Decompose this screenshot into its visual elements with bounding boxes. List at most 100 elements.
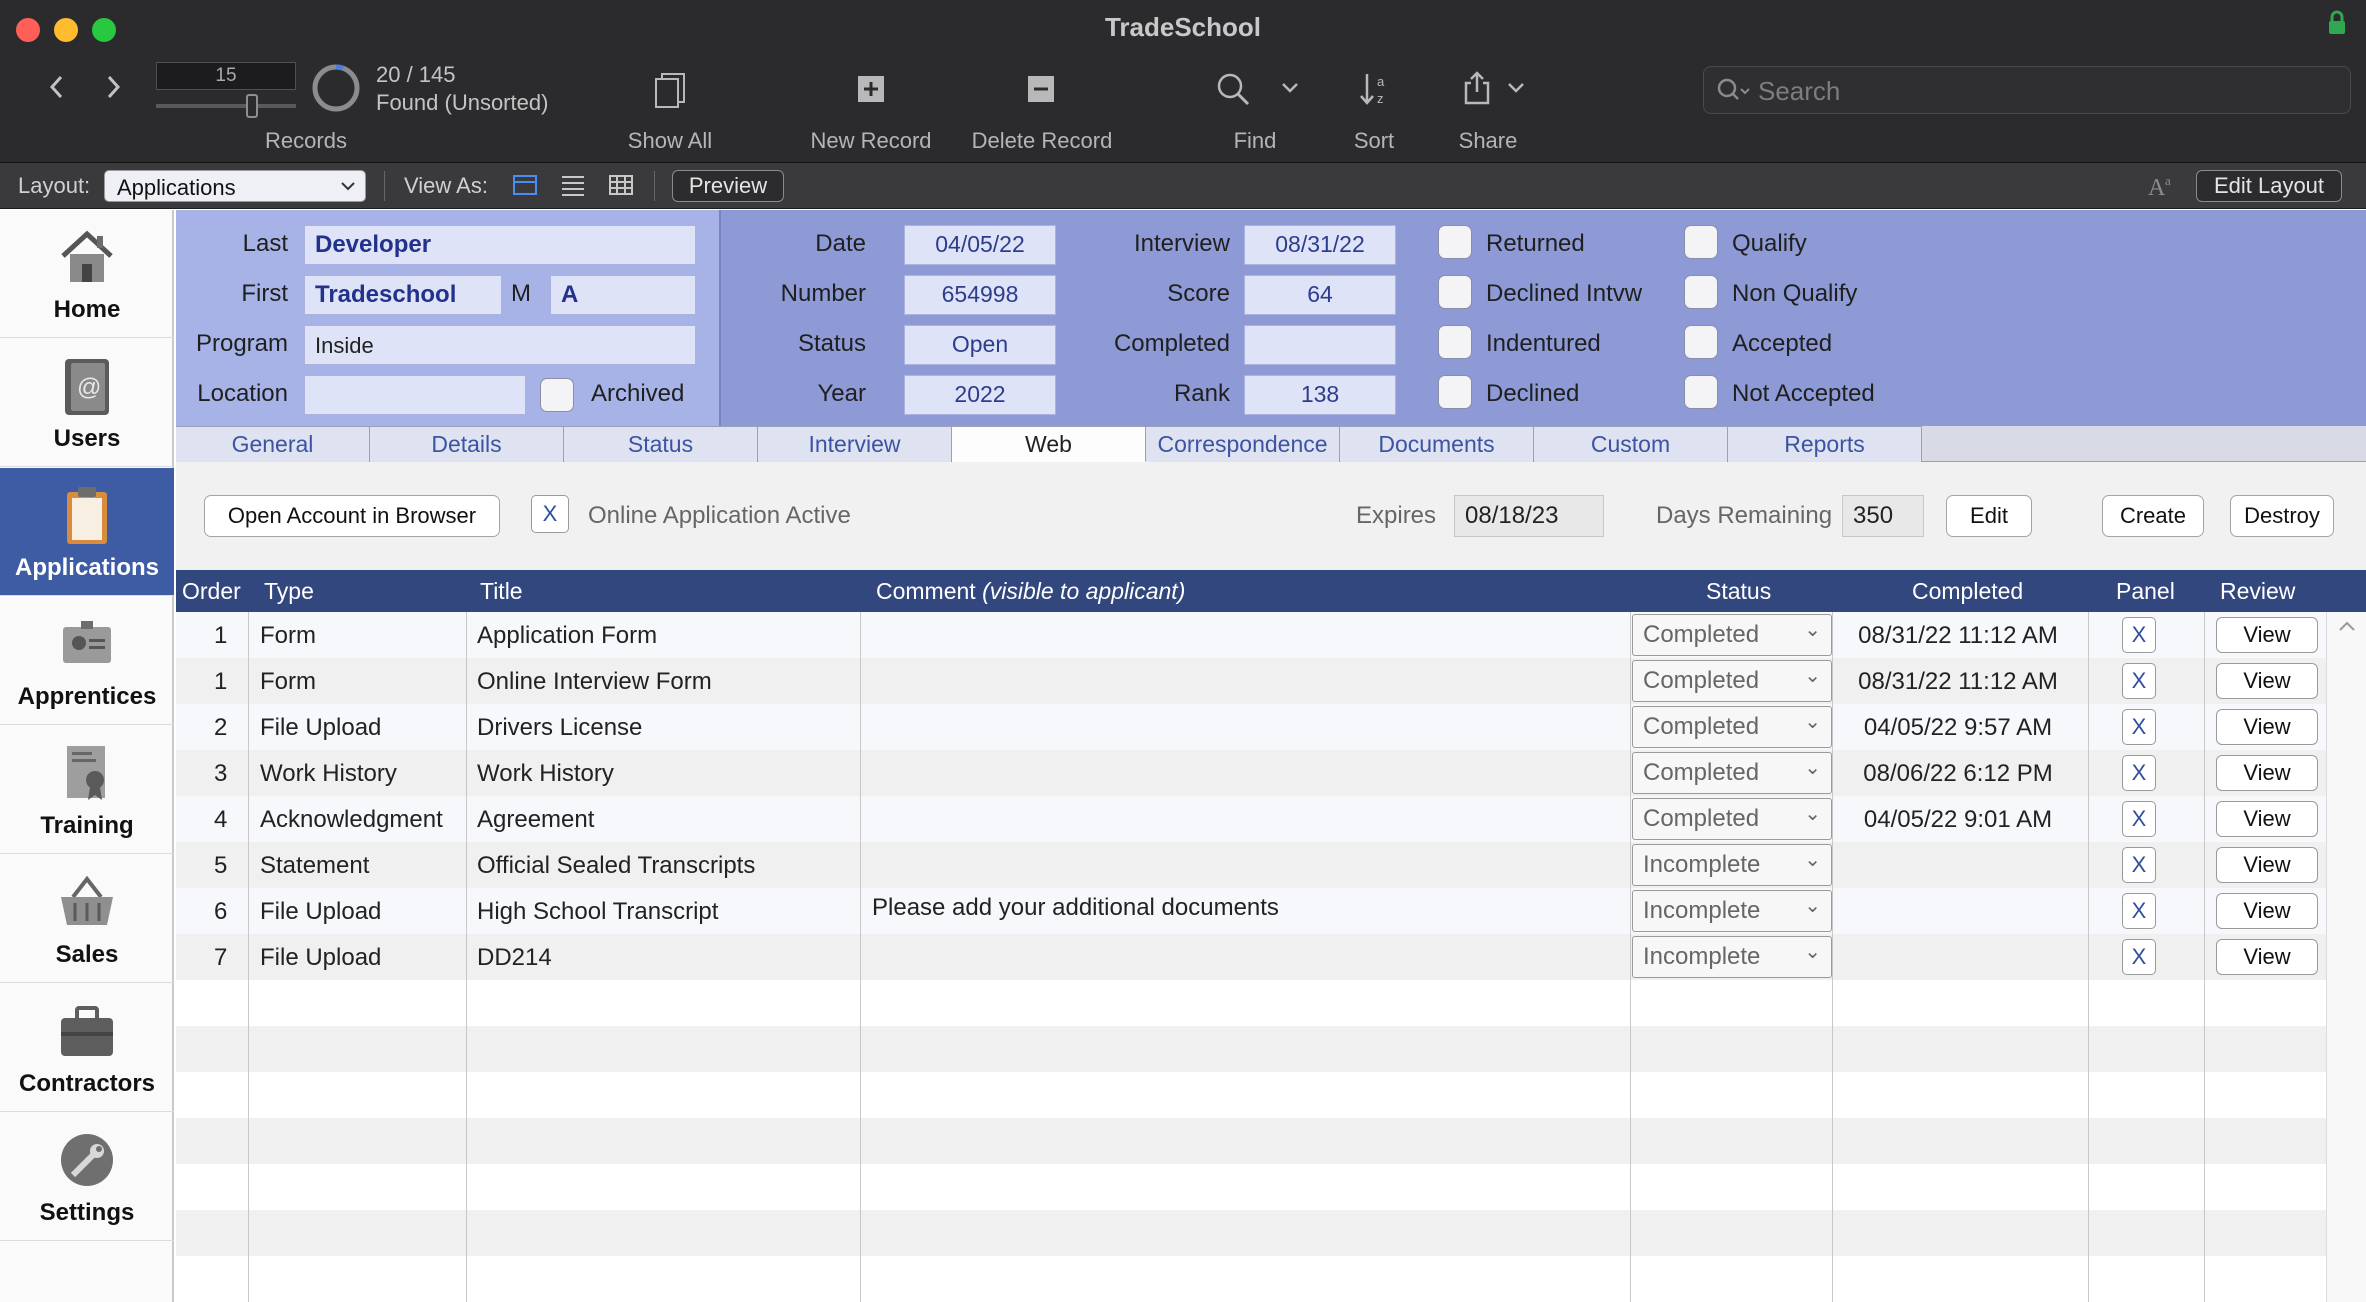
panel-toggle-button[interactable]: X [2122, 755, 2156, 791]
scroll-up-chevron-icon[interactable] [2337, 620, 2357, 634]
status-dropdown[interactable]: Completed ⌄ [1632, 798, 1832, 840]
table-row[interactable]: 1 Form Online Interview Form Completed ⌄ … [176, 658, 2326, 704]
type-column-header[interactable]: Type [264, 578, 314, 605]
returned-checkbox[interactable] [1438, 225, 1472, 259]
status-dropdown[interactable]: Incomplete ⌄ [1632, 890, 1832, 932]
panel-toggle-button[interactable]: X [2122, 663, 2156, 699]
program-field[interactable]: Inside [304, 325, 696, 365]
date-field[interactable]: 04/05/22 [904, 225, 1056, 265]
order-column-header[interactable]: Order [182, 578, 241, 605]
layout-select[interactable]: Applications [104, 170, 366, 202]
open-account-button[interactable]: Open Account in Browser [204, 495, 500, 537]
status-dropdown[interactable]: Completed ⌄ [1632, 752, 1832, 794]
status-dropdown[interactable]: Completed ⌄ [1632, 660, 1832, 702]
status-dropdown[interactable]: Incomplete ⌄ [1632, 936, 1832, 978]
record-slider-track[interactable] [156, 104, 296, 108]
completed-field[interactable] [1244, 325, 1396, 365]
record-slider-thumb[interactable] [246, 94, 258, 118]
first-name-field[interactable]: Tradeschool [304, 275, 502, 315]
status-dropdown[interactable]: Completed ⌄ [1632, 706, 1832, 748]
comment-cell[interactable]: Please add your additional documents [872, 894, 1279, 922]
status-column-header[interactable]: Status [1706, 578, 1771, 605]
sort-icon[interactable]: az [1358, 70, 1392, 108]
sidebar-item-settings[interactable]: Settings [0, 1113, 174, 1241]
last-name-field[interactable]: Developer [304, 225, 696, 265]
archived-checkbox[interactable] [540, 378, 574, 412]
status-dropdown[interactable]: Completed ⌄ [1632, 614, 1832, 656]
view-button[interactable]: View [2216, 939, 2318, 975]
panel-toggle-button[interactable]: X [2122, 893, 2156, 929]
sidebar-item-home[interactable]: Home [0, 210, 174, 338]
tab-custom[interactable]: Custom [1534, 426, 1728, 462]
panel-toggle-button[interactable]: X [2122, 939, 2156, 975]
view-button[interactable]: View [2216, 617, 2318, 653]
create-button[interactable]: Create [2102, 495, 2204, 537]
sidebar-item-sales[interactable]: Sales [0, 855, 174, 983]
indentured-checkbox[interactable] [1438, 325, 1472, 359]
preview-button[interactable]: Preview [672, 170, 784, 202]
sidebar-item-applications[interactable]: Applications [0, 468, 174, 596]
form-view-icon[interactable] [512, 173, 538, 197]
text-format-icon[interactable]: Aa [2146, 169, 2178, 201]
tab-interview[interactable]: Interview [758, 426, 952, 462]
panel-toggle-button[interactable]: X [2122, 801, 2156, 837]
sidebar-item-contractors[interactable]: Contractors [0, 984, 174, 1112]
table-view-icon[interactable] [608, 173, 634, 197]
view-button[interactable]: View [2216, 755, 2318, 791]
delete-record-icon[interactable] [1026, 74, 1056, 104]
sidebar-item-training[interactable]: Training [0, 726, 174, 854]
status-field[interactable]: Open [904, 325, 1056, 365]
table-row[interactable]: 2 File Upload Drivers License Completed ⌄… [176, 704, 2326, 750]
tab-documents[interactable]: Documents [1340, 426, 1534, 462]
record-number-field[interactable]: 15 [156, 62, 296, 90]
list-view-icon[interactable] [560, 173, 586, 197]
tab-details[interactable]: Details [370, 426, 564, 462]
year-field[interactable]: 2022 [904, 375, 1056, 415]
show-all-button[interactable]: Show All [570, 128, 770, 154]
comment-column-header[interactable]: Comment (visible to applicant) [876, 578, 1185, 605]
table-row[interactable]: 4 Acknowledgment Agreement Completed ⌄ 04… [176, 796, 2326, 842]
tab-status[interactable]: Status [564, 426, 758, 462]
location-field[interactable] [304, 375, 526, 415]
share-chevron-down-icon[interactable] [1506, 80, 1526, 96]
sidebar-item-users[interactable]: @ Users [0, 339, 174, 467]
tab-web[interactable]: Web [952, 426, 1146, 462]
declined-intvw-checkbox[interactable] [1438, 275, 1472, 309]
panel-toggle-button[interactable]: X [2122, 709, 2156, 745]
next-record-button[interactable] [98, 72, 128, 102]
sidebar-item-apprentices[interactable]: Apprentices [0, 597, 174, 725]
table-row[interactable]: 6 File Upload High School Transcript Ple… [176, 888, 2326, 934]
non-qualify-checkbox[interactable] [1684, 275, 1718, 309]
search-input[interactable]: Search [1703, 66, 2351, 114]
expires-field[interactable]: 08/18/23 [1454, 495, 1604, 537]
table-row[interactable]: 7 File Upload DD214 Incomplete ⌄ X View [176, 934, 2326, 980]
completed-column-header[interactable]: Completed [1912, 578, 2023, 605]
table-row[interactable]: 1 Form Application Form Completed ⌄ 08/31… [176, 612, 2326, 658]
middle-initial-field[interactable]: A [550, 275, 696, 315]
find-icon[interactable] [1216, 72, 1250, 106]
tab-general[interactable]: General [176, 426, 370, 462]
not-accepted-checkbox[interactable] [1684, 375, 1718, 409]
new-record-button[interactable]: New Record [771, 128, 971, 154]
table-row[interactable]: 5 Statement Official Sealed Transcripts … [176, 842, 2326, 888]
edit-layout-button[interactable]: Edit Layout [2196, 170, 2342, 202]
review-column-header[interactable]: Review [2220, 578, 2295, 605]
tab-correspondence[interactable]: Correspondence [1146, 426, 1340, 462]
edit-button[interactable]: Edit [1946, 495, 2032, 537]
title-column-header[interactable]: Title [480, 578, 523, 605]
previous-record-button[interactable] [42, 72, 72, 102]
number-field[interactable]: 654998 [904, 275, 1056, 315]
find-chevron-down-icon[interactable] [1280, 80, 1300, 96]
tab-reports[interactable]: Reports [1728, 426, 1922, 462]
view-button[interactable]: View [2216, 893, 2318, 929]
table-scrollbar[interactable] [2326, 612, 2366, 1302]
delete-record-button[interactable]: Delete Record [942, 128, 1142, 154]
share-button[interactable]: Share [1388, 128, 1588, 154]
view-button[interactable]: View [2216, 801, 2318, 837]
qualify-checkbox[interactable] [1684, 225, 1718, 259]
destroy-button[interactable]: Destroy [2230, 495, 2334, 537]
rank-field[interactable]: 138 [1244, 375, 1396, 415]
declined-checkbox[interactable] [1438, 375, 1472, 409]
panel-column-header[interactable]: Panel [2116, 578, 2175, 605]
accepted-checkbox[interactable] [1684, 325, 1718, 359]
